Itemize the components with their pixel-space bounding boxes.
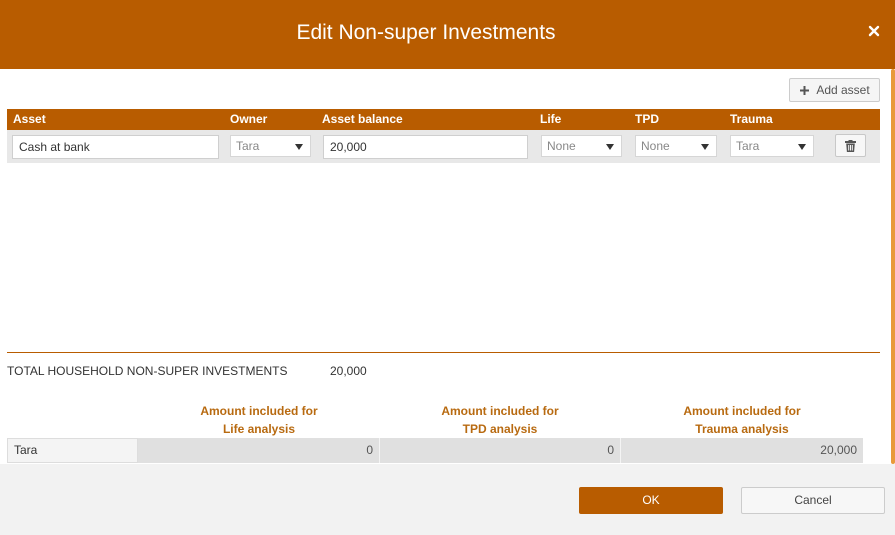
close-icon[interactable] xyxy=(867,24,881,38)
summary-header-trauma-line2: Trauma analysis xyxy=(695,422,789,436)
summary-row: Tara 0 0 20,000 xyxy=(7,438,863,463)
chevron-down-icon xyxy=(701,144,709,150)
summary-header-tpd-line1: Amount included for xyxy=(441,404,559,418)
tpd-select[interactable]: None xyxy=(635,135,717,157)
chevron-down-icon xyxy=(798,144,806,150)
header-asset-balance: Asset balance xyxy=(322,112,403,126)
asset-name-input[interactable]: Cash at bank xyxy=(12,135,219,159)
header-asset: Asset xyxy=(13,112,46,126)
owner-select-value: Tara xyxy=(236,139,260,153)
summary-header-life-line1: Amount included for xyxy=(200,404,318,418)
trash-icon xyxy=(845,139,856,152)
table-row: Cash at bank Tara 20,000 None None Tara xyxy=(7,130,880,163)
header-life: Life xyxy=(540,112,562,126)
summary-life-amount: 0 xyxy=(138,438,380,463)
section-divider xyxy=(7,352,880,353)
life-select[interactable]: None xyxy=(541,135,622,157)
cancel-button[interactable]: Cancel xyxy=(741,487,885,514)
total-label: TOTAL HOUSEHOLD NON-SUPER INVESTMENTS xyxy=(7,364,288,378)
add-asset-label: Add asset xyxy=(816,83,870,97)
chevron-down-icon xyxy=(606,144,614,150)
summary-tpd-amount: 0 xyxy=(380,438,621,463)
plus-icon xyxy=(800,85,810,95)
summary-header-trauma-line1: Amount included for xyxy=(683,404,801,418)
owner-select[interactable]: Tara xyxy=(230,135,311,157)
trauma-select-value: Tara xyxy=(736,139,760,153)
total-value: 20,000 xyxy=(330,364,367,378)
header-trauma: Trauma xyxy=(730,112,773,126)
dialog-title: Edit Non-super Investments xyxy=(296,21,556,44)
summary-owner-name: Tara xyxy=(7,438,138,463)
add-asset-button[interactable]: Add asset xyxy=(789,78,880,102)
dialog-header: Edit Non-super Investments xyxy=(0,0,895,69)
trauma-select[interactable]: Tara xyxy=(730,135,814,157)
summary-trauma-amount: 20,000 xyxy=(820,443,857,457)
asset-table-header: Asset Owner Asset balance Life TPD Traum… xyxy=(7,109,880,130)
asset-balance-input[interactable]: 20,000 xyxy=(323,135,528,159)
header-tpd: TPD xyxy=(635,112,659,126)
summary-header-trauma: Amount included for Trauma analysis xyxy=(622,402,862,438)
summary-header-tpd-line2: TPD analysis xyxy=(462,422,538,436)
summary-header-tpd: Amount included for TPD analysis xyxy=(380,402,620,438)
summary-header-life: Amount included for Life analysis xyxy=(139,402,379,438)
chevron-down-icon xyxy=(295,144,303,150)
header-owner: Owner xyxy=(230,112,268,126)
ok-button[interactable]: OK xyxy=(579,487,723,514)
scrollbar[interactable] xyxy=(891,69,895,464)
tpd-select-value: None xyxy=(641,139,670,153)
life-select-value: None xyxy=(547,139,576,153)
summary-header-life-line2: Life analysis xyxy=(222,422,296,436)
delete-asset-button[interactable] xyxy=(835,134,866,157)
